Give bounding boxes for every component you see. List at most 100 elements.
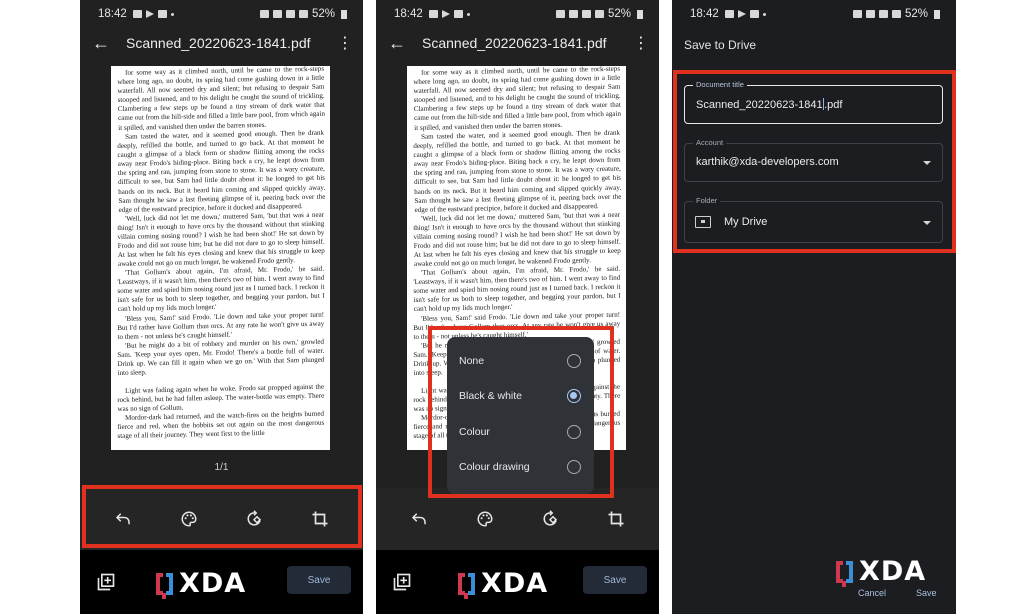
- back-arrow-icon[interactable]: ←: [92, 34, 110, 52]
- xda-bracket-left: [458, 572, 468, 599]
- crop-icon: [312, 511, 328, 527]
- radio-button[interactable]: [567, 460, 581, 475]
- mute-icon: [272, 10, 282, 18]
- rotate-icon: [543, 510, 558, 526]
- save-button[interactable]: Save: [287, 566, 351, 594]
- xda-watermark: XDA: [836, 556, 926, 587]
- undo-button[interactable]: [112, 508, 134, 530]
- status-time: 18:42: [690, 8, 719, 20]
- mute-icon: [865, 10, 875, 18]
- add-page-icon[interactable]: [392, 572, 412, 592]
- edit-toolbar: [80, 488, 363, 550]
- system-icons: 52%: [259, 8, 347, 20]
- file-title: Scanned_20220623-1841.pdf: [422, 35, 607, 51]
- title-text-after-cursor: .pdf: [824, 99, 843, 111]
- doc-paragraph: Mordor-dark had returned, and the watch-…: [117, 410, 325, 441]
- document-title-input[interactable]: Scanned_20220623-1841 .pdf: [696, 98, 842, 111]
- color-option-colour-drawing[interactable]: Colour drawing: [447, 450, 594, 486]
- folder-value: My Drive: [724, 216, 768, 228]
- notification-icons: [724, 10, 766, 18]
- more-notifications-icon: [170, 12, 174, 16]
- status-time: 18:42: [394, 8, 423, 20]
- crop-button[interactable]: [309, 508, 331, 530]
- gallery-icon: [132, 10, 142, 18]
- shared-drive-folder-icon: [695, 216, 711, 228]
- radio-button[interactable]: [567, 353, 581, 368]
- doc-paragraph: 'Bless you, Sam!' said Frodo. 'Lie down …: [117, 310, 325, 341]
- doc-paragraph: 'Well, luck did not let me down,' mutter…: [413, 210, 621, 268]
- option-label: None: [459, 354, 485, 367]
- status-bar: 18:42 52%: [376, 0, 659, 28]
- xda-wordmark: XDA: [179, 568, 247, 599]
- color-option-none[interactable]: None: [447, 343, 594, 379]
- notification-icons: [132, 10, 174, 18]
- account-value: karthik@xda-developers.com: [696, 156, 839, 168]
- rotate-button[interactable]: [539, 508, 561, 530]
- gallery-icon: [428, 10, 438, 18]
- rotate-icon: [247, 510, 262, 526]
- doc-paragraph: 'That Gollum's about again, I'm afraid, …: [117, 264, 325, 314]
- xda-wordmark: XDA: [481, 568, 549, 599]
- doc-paragraph: for some way as it climbed north, until …: [117, 66, 326, 132]
- app-bar: ← Scanned_20220623-1841.pdf ⋮: [376, 28, 659, 58]
- crop-icon: [608, 511, 624, 527]
- doc-paragraph: Sam tasted the water, and it seemed good…: [117, 128, 326, 214]
- document-title-field[interactable]: Document title Scanned_20220623-1841 .pdf: [684, 80, 943, 124]
- phone-screen-color-menu: 18:42 52% ← Scanned_20220623-1841.pdf ⋮ …: [376, 0, 659, 614]
- dropdown-arrow-icon[interactable]: [923, 221, 931, 225]
- option-label: Black & white: [459, 390, 523, 403]
- file-title: Scanned_20220623-1841.pdf: [126, 35, 311, 51]
- title-text-before-cursor: Scanned_20220623-1841: [696, 99, 823, 111]
- scanned-document-page: for some way as it climbed north, until …: [111, 66, 330, 450]
- xda-wordmark: XDA: [859, 556, 927, 587]
- telegram-icon: [737, 10, 746, 18]
- wifi-icon: [285, 10, 295, 18]
- account-dropdown[interactable]: Account karthik@xda-developers.com: [684, 138, 943, 182]
- signal-icon: [891, 10, 901, 18]
- battery-icon: [934, 9, 940, 19]
- doc-paragraph: Sam tasted the water, and it seemed good…: [413, 128, 622, 214]
- color-option-black-white[interactable]: Black & white: [447, 379, 594, 415]
- undo-button[interactable]: [408, 508, 430, 530]
- add-page-icon[interactable]: [96, 572, 116, 592]
- color-filter-button[interactable]: [178, 508, 200, 530]
- wifi-icon: [878, 10, 888, 18]
- xda-watermark: XDA: [156, 568, 246, 599]
- phone-screen-editor: 18:42 52% ← Scanned_20220623-1841.pdf ⋮ …: [80, 0, 363, 614]
- palette-icon: [181, 511, 197, 527]
- save-button[interactable]: Save: [583, 566, 647, 594]
- edit-toolbar: [376, 488, 659, 550]
- more-options-icon[interactable]: ⋮: [633, 33, 649, 53]
- rotate-button[interactable]: [243, 508, 265, 530]
- battery-icon: [341, 9, 347, 19]
- save-button[interactable]: Save: [916, 588, 937, 598]
- field-label: Folder: [693, 196, 721, 205]
- mail-icon: [453, 10, 463, 18]
- back-arrow-icon[interactable]: ←: [388, 34, 406, 52]
- doc-paragraph: 'That Gollum's about again, I'm afraid, …: [413, 264, 621, 314]
- color-option-colour[interactable]: Colour: [447, 414, 594, 450]
- dropdown-arrow-icon[interactable]: [923, 161, 931, 165]
- alarm-icon: [259, 10, 269, 18]
- system-icons: 52%: [555, 8, 643, 20]
- page-counter: 1/1: [214, 462, 229, 473]
- radio-button-selected[interactable]: [567, 389, 581, 404]
- mail-icon: [157, 10, 167, 18]
- radio-button[interactable]: [567, 424, 581, 439]
- battery-percent: 52%: [904, 8, 928, 20]
- status-time: 18:42: [98, 8, 127, 20]
- color-filter-button[interactable]: [474, 508, 496, 530]
- dialog-title: Save to Drive: [684, 38, 757, 52]
- field-label: Account: [693, 138, 727, 147]
- wifi-icon: [581, 10, 591, 18]
- folder-dropdown[interactable]: Folder My Drive: [684, 196, 943, 243]
- status-bar: 18:42 52%: [672, 0, 956, 28]
- dialog-actions: Cancel Save: [672, 588, 956, 604]
- cancel-button[interactable]: Cancel: [858, 588, 886, 598]
- app-bar: ← Scanned_20220623-1841.pdf ⋮: [80, 28, 363, 58]
- more-options-icon[interactable]: ⋮: [337, 33, 353, 53]
- bottom-bar: XDA Save: [80, 550, 363, 614]
- option-label: Colour: [459, 425, 490, 438]
- battery-icon: [637, 9, 643, 19]
- crop-button[interactable]: [605, 508, 627, 530]
